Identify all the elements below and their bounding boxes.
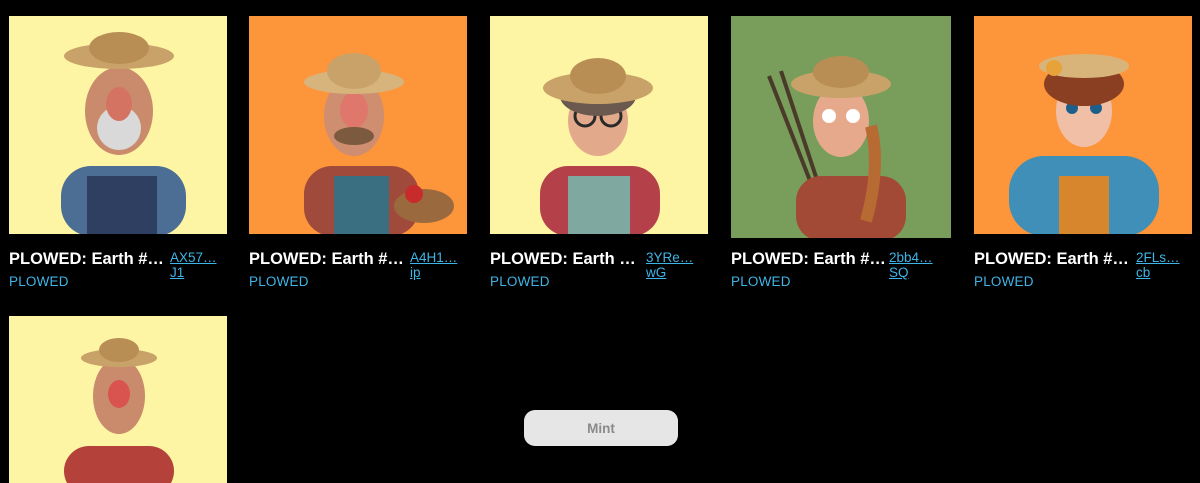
nft-thumbnail[interactable] xyxy=(9,16,227,234)
owner-address-link[interactable]: 3YRe… wG xyxy=(646,250,702,280)
farmer-basket-image xyxy=(249,16,467,234)
nft-card[interactable]: PLOWED: Earth #… PLOWED 2bb4… SQ xyxy=(731,16,951,310)
nft-title: PLOWED: Earth #… xyxy=(249,250,404,268)
owner-address-line2: J1 xyxy=(170,265,185,280)
nft-collection: PLOWED xyxy=(974,274,1034,289)
nft-thumbnail[interactable] xyxy=(974,16,1192,234)
mint-button[interactable]: Mint xyxy=(524,410,678,446)
farmer-woman-image xyxy=(974,16,1192,234)
farmer-old-man-image xyxy=(9,16,227,234)
nft-title: PLOWED: Earth #… xyxy=(731,250,886,268)
nft-title: PLOWED: Earth #… xyxy=(974,250,1129,268)
nft-card[interactable]: PLOWED: Earth … PLOWED 3YRe… wG xyxy=(490,16,710,310)
owner-address-link[interactable]: 2FLs… cb xyxy=(1136,250,1192,280)
nft-thumbnail[interactable] xyxy=(9,316,227,483)
nft-card-meta: PLOWED: Earth #… PLOWED 2bb4… SQ xyxy=(731,250,951,310)
nft-card-meta: PLOWED: Earth #… PLOWED 2FLs… cb xyxy=(974,250,1194,310)
owner-address-line1: 2FLs… xyxy=(1136,250,1180,265)
owner-address-line1: A4H1… xyxy=(410,250,458,265)
nft-card-meta: PLOWED: Earth #… PLOWED A4H1… ip xyxy=(249,250,469,310)
owner-address-line1: AX57… xyxy=(170,250,217,265)
owner-address-line2: ip xyxy=(410,265,421,280)
nft-collection: PLOWED xyxy=(9,274,69,289)
nft-thumbnail[interactable] xyxy=(731,16,951,238)
owner-address-link[interactable]: AX57… J1 xyxy=(170,250,226,280)
nft-card-meta: PLOWED: Earth … PLOWED 3YRe… wG xyxy=(490,250,710,310)
farmer-grandma-image xyxy=(490,16,708,234)
owner-address-line1: 3YRe… xyxy=(646,250,694,265)
nft-card[interactable]: PLOWED: Earth #… PLOWED 2FLs… cb xyxy=(974,16,1194,310)
nft-title: PLOWED: Earth #… xyxy=(9,250,164,268)
owner-address-line1: 2bb4… xyxy=(889,250,933,265)
owner-address-link[interactable]: 2bb4… SQ xyxy=(889,250,945,280)
farmer-girl-pitchfork-image xyxy=(731,16,951,238)
owner-address-line2: wG xyxy=(646,265,667,280)
nft-card[interactable]: PLOWED: Earth #… PLOWED AX57… J1 xyxy=(9,16,229,310)
nft-title: PLOWED: Earth … xyxy=(490,250,636,268)
nft-gallery: PLOWED: Earth #… PLOWED AX57… J1 PLOWED:… xyxy=(0,0,1200,483)
nft-thumbnail[interactable] xyxy=(249,16,467,234)
owner-address-line2: cb xyxy=(1136,265,1151,280)
nft-thumbnail[interactable] xyxy=(490,16,708,234)
nft-card[interactable] xyxy=(9,316,229,483)
farmer-man-image xyxy=(9,316,227,483)
nft-card-meta: PLOWED: Earth #… PLOWED AX57… J1 xyxy=(9,250,229,310)
nft-collection: PLOWED xyxy=(490,274,550,289)
owner-address-line2: SQ xyxy=(889,265,909,280)
owner-address-link[interactable]: A4H1… ip xyxy=(410,250,466,280)
nft-collection: PLOWED xyxy=(249,274,309,289)
nft-card[interactable]: PLOWED: Earth #… PLOWED A4H1… ip xyxy=(249,16,469,310)
nft-collection: PLOWED xyxy=(731,274,791,289)
